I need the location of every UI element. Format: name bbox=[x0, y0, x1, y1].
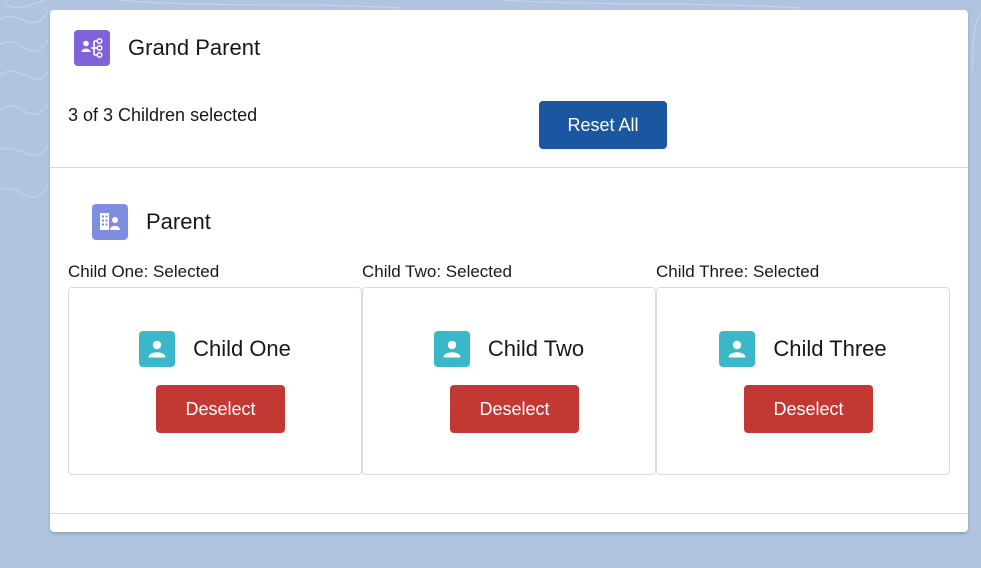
selection-count-text: 3 of 3 Children selected bbox=[68, 105, 258, 125]
child-tile: Child Three Deselect bbox=[656, 287, 950, 475]
section-divider bbox=[50, 167, 968, 168]
child-status-label: Child One: Selected bbox=[68, 262, 220, 281]
deselect-button[interactable]: Deselect bbox=[450, 385, 579, 433]
parent-header: Parent bbox=[92, 204, 211, 240]
grandparent-title: Grand Parent bbox=[128, 35, 261, 60]
child-status-label: Child Two: Selected bbox=[362, 262, 512, 281]
parent-title: Parent bbox=[146, 209, 211, 234]
child-name: Child Two bbox=[487, 336, 585, 361]
user-icon bbox=[719, 331, 756, 367]
grandparent-card: Grand Parent 3 of 3 Children selected Re… bbox=[50, 10, 968, 532]
child-tile: Child Two Deselect bbox=[362, 287, 656, 475]
reset-all-button[interactable]: Reset All bbox=[539, 101, 667, 149]
child-name: Child Three bbox=[773, 336, 887, 361]
child-card-two: Child Two: Selected Child Two Deselect bbox=[362, 260, 656, 476]
grandparent-header: Grand Parent bbox=[74, 30, 260, 66]
children-list: Child One: Selected Child One Deselect C… bbox=[68, 260, 950, 476]
hierarchy-icon bbox=[74, 30, 110, 66]
child-header: Child One bbox=[69, 331, 361, 367]
user-icon bbox=[139, 331, 176, 367]
child-status-label: Child Three: Selected bbox=[656, 262, 820, 281]
building-person-icon bbox=[92, 204, 128, 240]
child-header: Child Two bbox=[363, 331, 655, 367]
child-header: Child Three bbox=[657, 331, 949, 367]
user-icon bbox=[433, 331, 470, 367]
deselect-button[interactable]: Deselect bbox=[156, 385, 285, 433]
footer-divider bbox=[50, 513, 968, 514]
child-name: Child One bbox=[193, 336, 291, 361]
deselect-button[interactable]: Deselect bbox=[744, 385, 873, 433]
child-tile: Child One Deselect bbox=[68, 287, 362, 475]
child-card-one: Child One: Selected Child One Deselect bbox=[68, 260, 362, 476]
child-card-three: Child Three: Selected Child Three Desele… bbox=[656, 260, 950, 476]
